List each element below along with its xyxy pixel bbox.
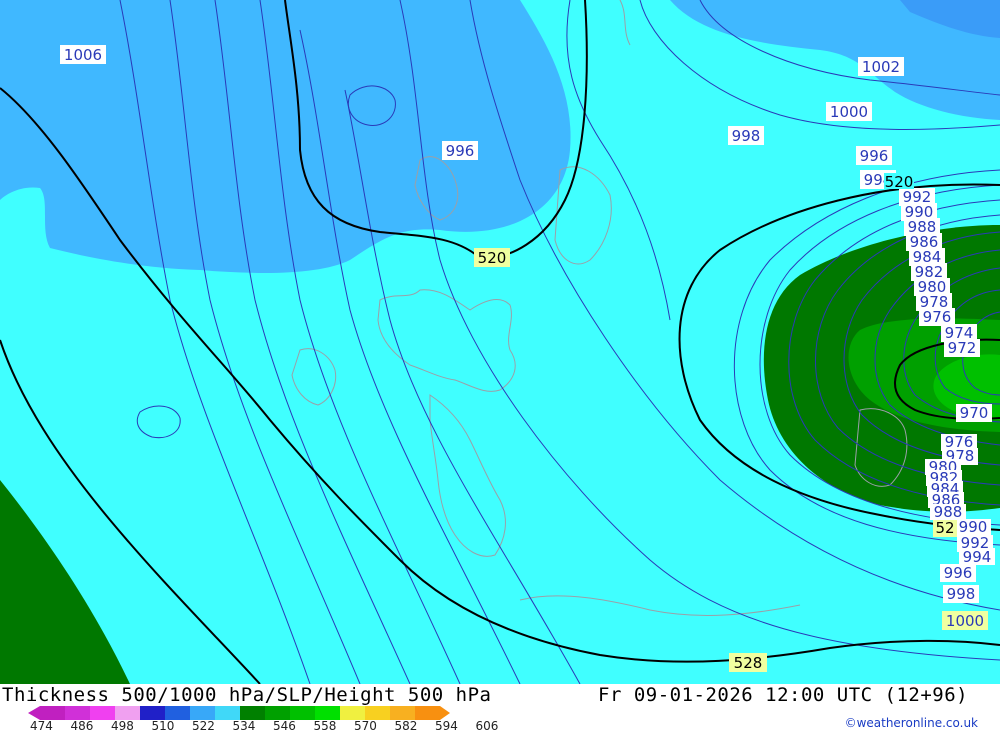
legend-swatch [365,706,390,720]
legend-tick-label: 594 [435,719,458,733]
legend-swatch [315,706,340,720]
color-legend [28,706,450,720]
legend-tick-label: 522 [192,719,215,733]
height-label: 528 [729,653,767,672]
isobar-label: 1002 [858,57,904,76]
svg-text:996: 996 [944,564,973,582]
legend-tick-label: 498 [111,719,134,733]
isobar-label: 996 [856,146,892,165]
legend-tick-label: 534 [232,719,256,733]
height-label: 520 [884,173,914,191]
legend-swatch [115,706,140,720]
map-valid-time: Fr 09-01-2026 12:00 UTC (12+96) [598,684,969,706]
credit-link[interactable]: ©weatheronline.co.uk [845,716,978,730]
legend-tick-label: 570 [354,719,377,733]
legend-swatch [415,706,440,720]
legend-swatch [215,706,240,720]
svg-text:52: 52 [935,519,954,537]
isobar-label: 1000 [942,611,988,630]
isobar-label: 998 [728,126,764,145]
legend-swatch [290,706,315,720]
legend-swatch [90,706,115,720]
svg-text:1000: 1000 [946,612,984,630]
svg-text:972: 972 [948,339,977,357]
svg-text:998: 998 [732,127,761,145]
svg-text:1000: 1000 [830,103,868,121]
legend-swatch [65,706,90,720]
isobar-label: 970 [956,404,992,422]
legend-tick-label: 510 [151,719,175,733]
legend-swatch [40,706,65,720]
height-label: 520 [474,248,510,267]
legend-tick-label: 582 [394,719,418,733]
legend-swatch [390,706,415,720]
legend-tick-label: 546 [273,719,296,733]
isobar-label: 1006 [60,45,106,64]
svg-text:520: 520 [885,173,914,191]
svg-text:520: 520 [478,249,507,267]
legend-swatch [140,706,165,720]
legend-swatch [265,706,290,720]
isobar-label: 972 [944,339,980,357]
isobar-label: 996 [442,141,478,160]
svg-text:970: 970 [960,404,989,422]
svg-text:528: 528 [734,654,763,672]
isobar-label: 998 [943,585,979,603]
isobar-label: 1000 [826,102,872,121]
weather-map: 1006 1002 1000 998 996 996 994 992 990 9… [0,0,1000,684]
svg-text:1006: 1006 [64,46,102,64]
map-title: Thickness 500/1000 hPa/SLP/Height 500 hP… [2,684,492,706]
svg-text:1002: 1002 [862,58,900,76]
legend-tick-label: 486 [70,719,94,733]
height-label: 52 [933,519,957,537]
legend-swatch [165,706,190,720]
legend-swatch [190,706,215,720]
legend-arrow-right [440,706,450,720]
svg-text:996: 996 [860,147,889,165]
isobar-label: 996 [940,564,976,582]
legend-swatch [340,706,365,720]
svg-text:998: 998 [947,585,976,603]
legend-arrow-left [28,706,40,720]
legend-tick-label: 606 [475,719,499,733]
legend-tick-label: 558 [313,719,337,733]
legend-swatch [240,706,265,720]
svg-text:996: 996 [446,142,475,160]
legend-tick-label: 474 [30,719,53,733]
